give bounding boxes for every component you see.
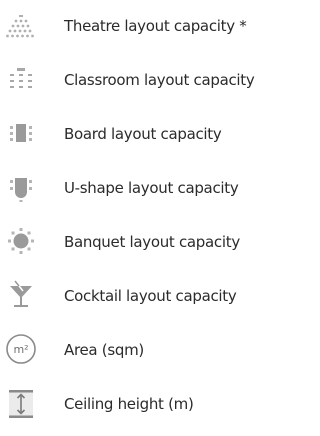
legend-label: Theatre layout capacity * xyxy=(64,17,247,35)
ceiling-height-icon xyxy=(4,386,38,420)
theatre-layout-icon xyxy=(4,8,38,42)
legend-item-ceiling-height: Ceiling height (m) xyxy=(0,378,268,432)
legend-item-area: m² Area (sqm) xyxy=(0,324,268,378)
capacity-legend: Theatre layout capacity * Classroom layo… xyxy=(0,0,268,436)
legend-label: Board layout capacity xyxy=(64,125,222,143)
legend-item-classroom: Classroom layout capacity xyxy=(0,54,268,108)
legend-label: Cocktail layout capacity xyxy=(64,287,237,305)
legend-item-banquet: Banquet layout capacity xyxy=(0,216,268,270)
legend-label: Ceiling height (m) xyxy=(64,395,194,413)
legend-label: Area (sqm) xyxy=(64,341,144,359)
classroom-layout-icon xyxy=(4,62,38,96)
legend-item-cocktail: Cocktail layout capacity xyxy=(0,270,268,324)
area-sqm-icon: m² xyxy=(4,332,38,366)
board-layout-icon xyxy=(4,116,38,150)
legend-label: Banquet layout capacity xyxy=(64,233,240,251)
cocktail-layout-icon xyxy=(4,278,38,312)
legend-label: U-shape layout capacity xyxy=(64,179,239,197)
legend-item-board: Board layout capacity xyxy=(0,108,268,162)
area-icon-text: m² xyxy=(13,343,28,356)
legend-label: Classroom layout capacity xyxy=(64,71,255,89)
legend-item-u-shape: U-shape layout capacity xyxy=(0,162,268,216)
legend-item-theatre: Theatre layout capacity * xyxy=(0,0,268,54)
banquet-layout-icon xyxy=(4,224,38,258)
u-shape-layout-icon xyxy=(4,170,38,204)
